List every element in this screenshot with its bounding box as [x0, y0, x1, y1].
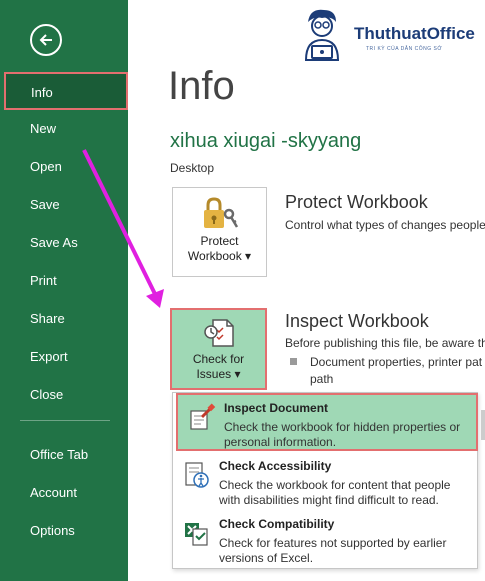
- inspect-document-item[interactable]: Inspect Document Check the workbook for …: [176, 393, 478, 451]
- check-for-issues-label-2: Issues ▾: [196, 367, 241, 381]
- scrollbar[interactable]: [481, 410, 485, 440]
- inspect-document-desc: Check the workbook for hidden properties…: [224, 420, 461, 449]
- check-compatibility-icon: [185, 523, 208, 546]
- sidebar-item-save[interactable]: Save: [0, 186, 128, 224]
- check-compatibility-desc: Check for features not supported by earl…: [219, 536, 447, 565]
- check-accessibility-title: Check Accessibility: [219, 459, 332, 473]
- sidebar-item-save-as[interactable]: Save As: [0, 224, 128, 262]
- backstage-sidebar: Info New Open Save Save As Print Share E…: [0, 0, 128, 581]
- sidebar-item-open[interactable]: Open: [0, 148, 128, 186]
- check-accessibility-desc: Check the workbook for content that peop…: [219, 478, 451, 507]
- bullet-marker: [290, 358, 297, 365]
- sidebar-item-options[interactable]: Options: [0, 512, 128, 550]
- inspect-workbook-desc: Before publishing this file, be aware th: [285, 336, 485, 350]
- sidebar-item-account[interactable]: Account: [0, 474, 128, 512]
- inspect-workbook-title: Inspect Workbook: [285, 311, 429, 331]
- sidebar-item-share[interactable]: Share: [0, 300, 128, 338]
- logo-tagline: TRI KỲ CỦA DÂN CÔNG SỞ: [366, 46, 443, 52]
- check-accessibility-icon: [185, 462, 209, 488]
- check-compatibility-item[interactable]: Check Compatibility Check for features n…: [173, 511, 477, 569]
- inspect-bullet-line-1: Document properties, printer pat: [310, 355, 483, 369]
- check-accessibility-item[interactable]: Check Accessibility Check the workbook f…: [173, 453, 477, 511]
- sidebar-item-export[interactable]: Export: [0, 338, 128, 376]
- protect-workbook-desc: Control what types of changes people: [285, 218, 485, 232]
- check-compatibility-title: Check Compatibility: [219, 517, 335, 531]
- sidebar-item-new[interactable]: New: [0, 110, 128, 148]
- sidebar-item-info[interactable]: Info: [4, 72, 128, 110]
- lock-key-icon: [204, 197, 239, 228]
- check-for-issues-button[interactable]: Check for Issues ▾: [170, 308, 267, 390]
- thuthuatoffice-logo: ThuthuatOffice TRI KỲ CỦA DÂN CÔNG SỞ: [292, 4, 482, 64]
- file-location: Desktop: [170, 161, 215, 175]
- check-for-issues-label-1: Check for: [192, 352, 245, 366]
- inspect-document-icon: [190, 403, 216, 430]
- inspect-document-title: Inspect Document: [224, 401, 329, 415]
- sidebar-divider: [20, 420, 110, 421]
- mascot-icon: [304, 9, 340, 61]
- sidebar-item-office-tab[interactable]: Office Tab: [0, 436, 128, 474]
- protect-workbook-title: Protect Workbook: [285, 192, 428, 212]
- logo-name: ThuthuatOffice: [354, 24, 475, 43]
- protect-workbook-label-2: Workbook ▾: [187, 249, 252, 263]
- file-name: xihua xiugai -skyyang: [170, 130, 362, 152]
- back-button[interactable]: [30, 24, 62, 56]
- protect-workbook-button[interactable]: Protect Workbook ▾: [172, 187, 267, 277]
- sidebar-item-close[interactable]: Close: [0, 376, 128, 414]
- protect-workbook-label-1: Protect: [200, 234, 239, 248]
- back-arrow-icon: [39, 34, 52, 46]
- check-document-icon: [204, 319, 234, 347]
- sidebar-item-print[interactable]: Print: [0, 262, 128, 300]
- page-title: Info: [168, 64, 235, 108]
- check-for-issues-dropdown: Inspect Document Check the workbook for …: [172, 392, 478, 569]
- inspect-bullet-line-2: path: [310, 372, 334, 386]
